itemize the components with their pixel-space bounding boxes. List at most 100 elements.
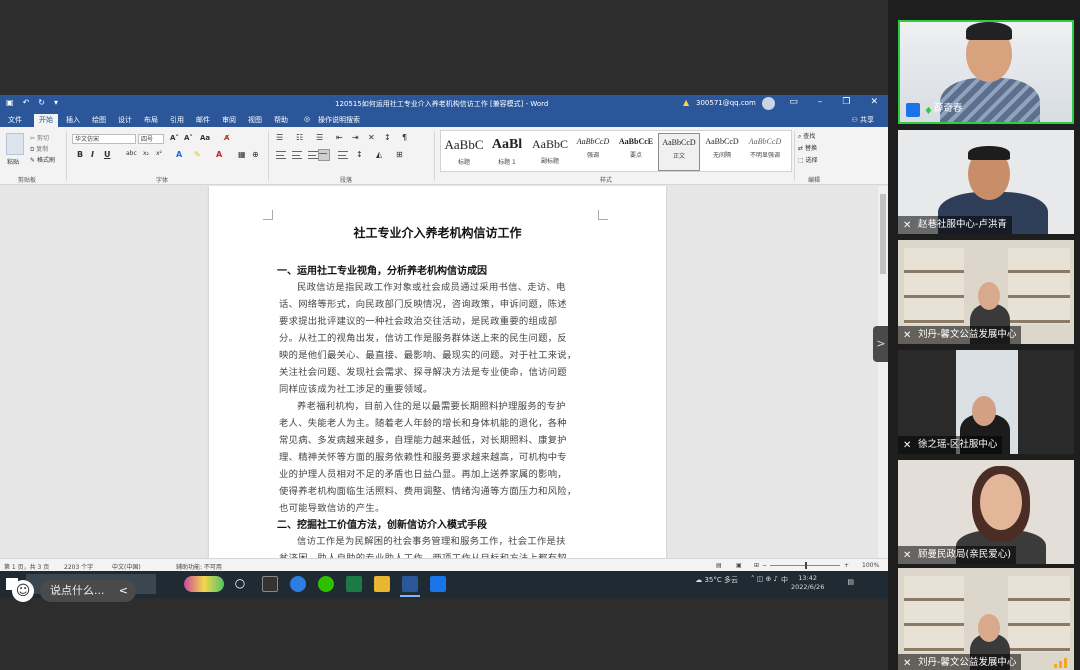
replace-button[interactable]: ⇄ 替换 [798,143,818,155]
panel-toggle-icon[interactable]: > [873,326,889,362]
subscript-button[interactable]: x₂ [143,150,149,157]
tell-me-search[interactable]: 操作说明搜索 [318,115,360,125]
word-icon[interactable] [402,576,418,592]
zoom-level[interactable]: 100% [862,562,879,569]
strikethrough-button[interactable]: abc [126,150,137,157]
read-mode-icon[interactable]: ▤ [716,562,722,569]
participant-tile[interactable]: 刘丹-馨文公益发展中心 ✕ [898,568,1074,670]
browser-icon[interactable] [290,576,306,592]
vertical-scrollbar[interactable] [878,186,888,558]
paste-button[interactable] [6,133,24,155]
copy-button[interactable]: ⧉ 复制 [30,144,48,154]
word-count[interactable]: 2203 个字 [64,562,93,571]
collapse-arrow-icon[interactable]: < [119,580,128,602]
find-button[interactable]: ⌕ 查找 [798,131,818,143]
file-explorer-icon[interactable] [262,576,278,592]
minimize-button[interactable]: – [818,97,823,107]
excel-icon[interactable] [346,576,362,592]
shrink-font-icon[interactable]: A˅ [184,134,193,142]
change-case-icon[interactable]: Aa [200,134,210,142]
bold-button[interactable]: B [77,150,83,159]
tab-file[interactable]: 文件 [8,115,22,125]
align-left-icon[interactable] [276,151,286,159]
font-name-select[interactable]: 华文仿宋 [72,134,136,144]
tab-help[interactable]: 帮助 [274,115,288,125]
justify-icon[interactable] [318,149,330,161]
highlight-icon[interactable]: ✎ [194,150,201,159]
restore-button[interactable]: ❐ [842,97,850,107]
decrease-indent-icon[interactable]: ⇤ [336,133,343,142]
style-title[interactable]: AaBbC 标题 [443,133,485,171]
wechat-icon[interactable] [318,576,334,592]
grow-font-icon[interactable]: A˄ [170,134,179,142]
tab-insert[interactable]: 插入 [66,115,80,125]
style-heading-1[interactable]: AaBl 标题 1 [486,133,528,171]
style-subtle-emphasis[interactable]: AaBbCcD 不明显强调 [744,133,786,171]
style-subtitle[interactable]: AaBbC 副标题 [529,133,571,171]
tab-view[interactable]: 视图 [248,115,262,125]
close-button[interactable]: ✕ [870,97,878,107]
weather[interactable]: ☁ 35°C 多云 [695,575,738,585]
zoom-out-icon[interactable]: − [762,562,767,569]
line-spacing-icon[interactable]: ↕ [356,150,363,159]
tab-review[interactable]: 审阅 [222,115,236,125]
customize-qat-icon[interactable]: ▾ [54,98,58,107]
italic-button[interactable]: I [91,150,94,159]
enclose-char-icon[interactable]: ⊕ [252,150,259,159]
font-size-select[interactable]: 四号 [138,134,164,144]
document-area[interactable]: 社工专业介入养老机构信访工作 一、运用社工专业视角，分析养老机构信访成因 民政信… [0,186,878,558]
language[interactable]: 中文(中国) [112,562,141,571]
tray-icons[interactable]: ˄ ◫ ⊕ ♪ [751,575,778,583]
style-emphasis[interactable]: AaBbCcD 强调 [572,133,614,171]
share-button[interactable]: ⚇ 共享 [851,115,874,125]
numbering-icon[interactable]: ☷ [296,133,303,142]
tab-references[interactable]: 引用 [170,115,184,125]
participant-tile[interactable]: 顾曼民政局(亲民爱心) ✕ [898,460,1074,564]
participant-tile[interactable]: 薛奇春 ♦ [898,20,1074,124]
tab-layout[interactable]: 布局 [144,115,158,125]
account-name[interactable]: 300571@qq.com [696,99,756,107]
style-normal[interactable]: AaBbCcD 正文 [658,133,700,171]
save-icon[interactable]: ▣ [6,98,14,107]
document-page[interactable]: 社工专业介入养老机构信访工作 一、运用社工专业视角，分析养老机构信访成因 民政信… [209,186,666,558]
undo-icon[interactable]: ↶ [23,98,30,107]
align-center-icon[interactable] [292,151,302,159]
comment-input[interactable]: 说点什么... < [40,580,136,602]
show-marks-icon[interactable]: ¶ [402,133,407,142]
tab-design[interactable]: 设计 [118,115,132,125]
participant-tile[interactable]: 徐之瑶-区社服中心 ✕ [898,350,1074,454]
format-painter-button[interactable]: ✎ 格式刷 [30,155,55,164]
multilevel-list-icon[interactable]: ☰ [316,133,323,142]
redo-icon[interactable]: ↻ [38,98,45,107]
warning-icon[interactable]: ▲ [683,98,689,107]
zoom-in-icon[interactable]: + [844,562,849,569]
clear-format-icon[interactable]: A̸ [224,134,229,142]
participant-tile[interactable]: 赵巷社服中心-卢洪青 ✕ [898,130,1074,234]
bullets-icon[interactable]: ☰ [276,133,283,142]
task-view-icon[interactable]: ○ [232,576,248,592]
align-right-icon[interactable] [308,151,318,159]
meeting-app-icon[interactable] [430,576,446,592]
emoji-button[interactable]: ☺ [12,580,34,602]
search-highlight-icon[interactable] [184,576,224,592]
tab-mailings[interactable]: 邮件 [196,115,210,125]
shading-icon[interactable]: ◭ [376,150,382,159]
borders-icon[interactable]: ⊞ [396,150,403,159]
ribbon-display-icon[interactable]: ▭ [789,97,798,107]
tab-draw[interactable]: 绘图 [92,115,106,125]
scrollbar-thumb[interactable] [880,194,886,274]
superscript-button[interactable]: x² [156,150,162,157]
select-button[interactable]: ⬚ 选择 [798,155,818,167]
cut-button[interactable]: ✂ 剪切 [30,133,49,142]
print-layout-icon[interactable]: ▣ [736,562,742,569]
underline-button[interactable]: U [104,150,111,159]
accessibility[interactable]: 辅助功能: 不可用 [176,562,222,571]
text-effects-icon[interactable]: A [176,150,182,159]
chinese-layout-icon[interactable]: ✕ [368,133,375,142]
page-count[interactable]: 第 1 页，共 3 页 [4,562,49,571]
style-strong[interactable]: AaBbCcE 要点 [615,133,657,171]
distributed-icon[interactable] [338,151,348,159]
sort-icon[interactable]: ↕ [384,133,391,142]
participant-tile[interactable]: 刘丹-馨文公益发展中心 ✕ [898,240,1074,344]
account-avatar[interactable] [762,97,775,110]
